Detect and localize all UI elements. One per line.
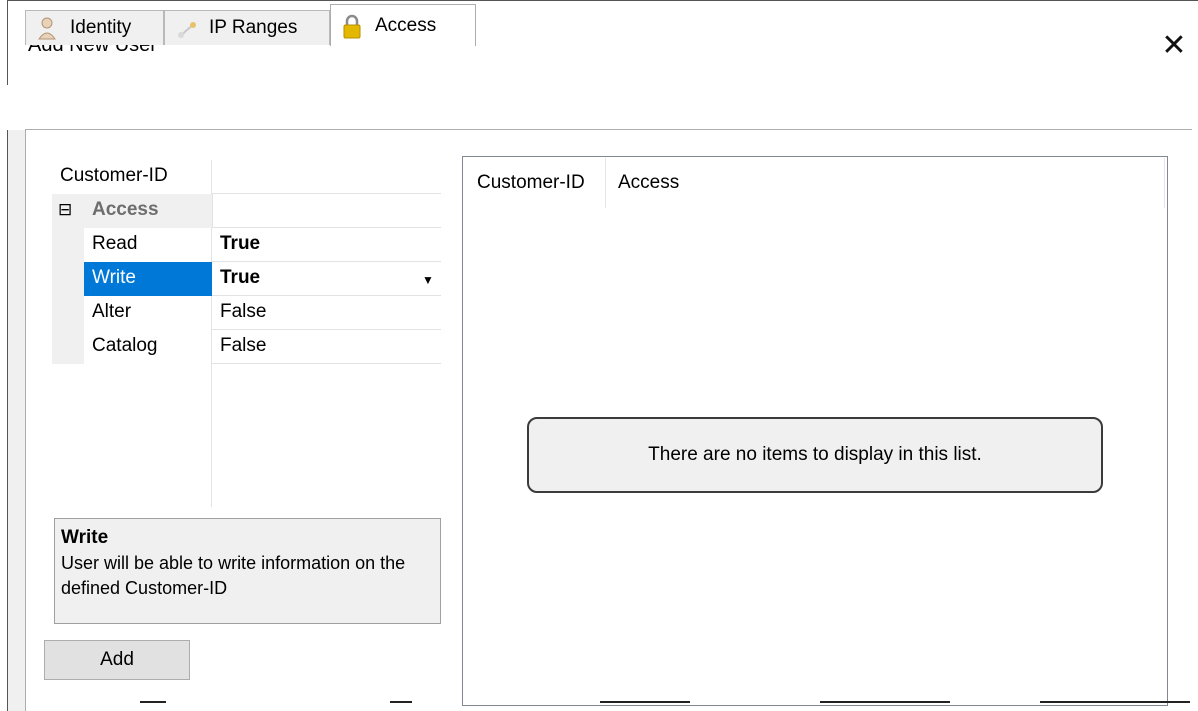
tab-ip-ranges-label: IP Ranges — [209, 17, 298, 38]
property-description-panel: Write User will be able to write informa… — [54, 518, 441, 624]
dropdown-arrow-icon: ▼ — [422, 273, 434, 287]
column-header-access[interactable]: Access — [606, 157, 1164, 209]
property-value-customer-id[interactable] — [212, 160, 438, 194]
tab-access[interactable]: Access — [330, 4, 476, 46]
tab-access-label: Access — [375, 14, 437, 36]
cut-off-glyph — [390, 701, 412, 711]
list-header: Customer-ID Access — [463, 157, 1167, 209]
column-header-access-label: Access — [618, 172, 680, 193]
value-dropdown-button[interactable]: ▼ — [418, 270, 438, 290]
tab-strip — [7, 85, 1198, 130]
tab-identity-label: Identity — [70, 17, 132, 38]
close-icon: ✕ — [1161, 27, 1187, 63]
property-value-read[interactable]: True — [212, 228, 438, 262]
user-icon — [36, 15, 58, 41]
empty-list-message-text: There are no items to display in this li… — [648, 444, 982, 465]
cut-off-glyph — [600, 701, 690, 711]
tab-identity[interactable]: Identity — [25, 10, 164, 45]
description-body: User will be able to write information o… — [61, 553, 406, 598]
property-name-alter: Alter — [92, 301, 132, 322]
empty-list-message: There are no items to display in this li… — [527, 417, 1103, 493]
collapse-icon[interactable]: ⊟ — [58, 194, 72, 228]
grid-row-line — [212, 363, 441, 364]
cut-off-content — [0, 701, 1198, 711]
grid-gutter — [52, 228, 84, 364]
property-name-catalog: Catalog — [92, 335, 158, 356]
lock-icon — [341, 13, 363, 39]
column-header-customer-id[interactable]: Customer-ID — [463, 157, 605, 209]
close-button[interactable]: ✕ — [1152, 23, 1196, 67]
cut-off-glyph — [140, 701, 166, 711]
access-list-view[interactable]: Customer-ID Access There are no items to… — [462, 156, 1168, 706]
column-header-customer-id-label: Customer-ID — [477, 172, 585, 193]
property-row-catalog[interactable]: Catalog False — [84, 330, 441, 364]
category-value-cell — [212, 194, 442, 227]
add-button[interactable]: Add — [44, 640, 190, 680]
property-value-write[interactable]: True — [212, 262, 438, 296]
property-name-read: Read — [92, 233, 138, 254]
property-row-customer-id[interactable]: Customer-ID — [52, 160, 441, 194]
cut-off-glyph — [1040, 701, 1190, 711]
add-button-label: Add — [100, 649, 134, 670]
tab-ip-ranges[interactable]: IP Ranges — [164, 10, 330, 45]
description-title: Write — [61, 527, 109, 548]
category-label-access: Access — [92, 199, 159, 220]
column-divider[interactable] — [1164, 158, 1165, 208]
property-row-read[interactable]: Read True — [84, 228, 441, 262]
property-name-customer-id: Customer-ID — [60, 165, 168, 186]
network-icon — [175, 15, 197, 41]
property-row-write[interactable]: Write True — [84, 262, 441, 296]
cut-off-glyph — [820, 701, 950, 711]
property-value-alter[interactable]: False — [212, 296, 438, 330]
property-value-catalog[interactable]: False — [212, 330, 438, 364]
property-row-alter[interactable]: Alter False — [84, 296, 441, 330]
property-name-write: Write — [84, 262, 212, 296]
